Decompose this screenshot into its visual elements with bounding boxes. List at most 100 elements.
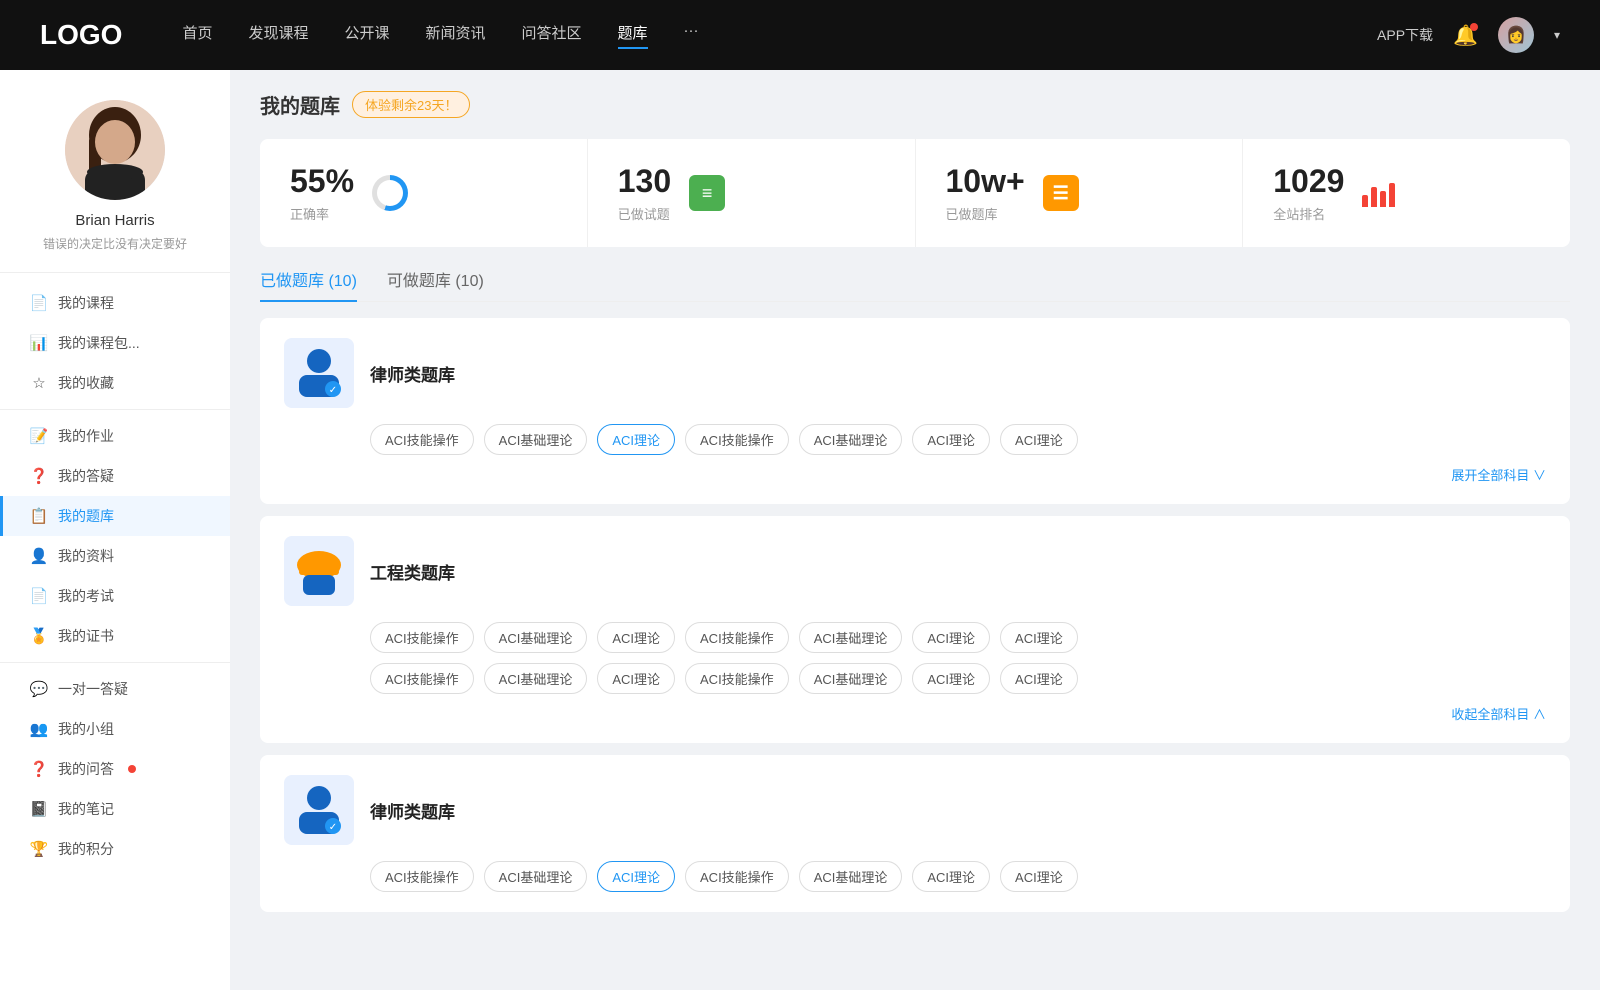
nav-openclass[interactable]: 公开课 [344,22,389,49]
sidebar-item-group[interactable]: 👥 我的小组 [0,709,230,749]
tag-1-1[interactable]: ACI技能操作 [370,424,474,455]
tag-2-1[interactable]: ACI技能操作 [370,622,474,653]
sidebar-label-certificate: 我的证书 [58,626,114,646]
tag-2-8[interactable]: ACI技能操作 [370,663,474,694]
sidebar-label-group: 我的小组 [58,719,114,739]
exam-icon: 📄 [30,587,48,605]
sidebar-item-certificate[interactable]: 🏅 我的证书 [0,616,230,656]
page-layout: Brian Harris 错误的决定比没有决定要好 📄 我的课程 📊 我的课程包… [0,70,1600,990]
app-download-button[interactable]: APP下载 [1377,25,1433,45]
sidebar-label-1on1: 一对一答疑 [58,679,128,699]
page-title-bar: 我的题库 体验剩余23天！ [260,90,1570,119]
tag-2-12[interactable]: ACI基础理论 [799,663,903,694]
lawyer-icon-svg-3: ✓ [289,780,349,840]
tag-1-7[interactable]: ACI理论 [1000,424,1078,455]
tab-done-banks[interactable]: 已做题库 (10) [260,267,357,301]
tag-3-4[interactable]: ACI技能操作 [685,861,789,892]
sidebar-item-profile[interactable]: 👤 我的资料 [0,536,230,576]
tag-3-7[interactable]: ACI理论 [1000,861,1078,892]
tag-2-2[interactable]: ACI基础理论 [484,622,588,653]
sidebar-item-course-package[interactable]: 📊 我的课程包... [0,323,230,363]
qbank-tags-lawyer-1: ACI技能操作 ACI基础理论 ACI理论 ACI技能操作 ACI基础理论 AC… [284,424,1546,455]
sidebar-item-my-qa[interactable]: ❓ 我的问答 [0,749,230,789]
expand-button-1[interactable]: 展开全部科目 ∨ [1451,465,1546,484]
user-menu-chevron[interactable]: ▾ [1554,28,1560,42]
nav-question-bank[interactable]: 题库 [618,22,648,49]
sidebar-item-exam[interactable]: 📄 我的考试 [0,576,230,616]
header-right: APP下载 🔔 👩 ▾ [1377,17,1560,53]
sidebar-label-notes: 我的笔记 [58,799,114,819]
nav-home[interactable]: 首页 [182,22,212,49]
tag-2-11[interactable]: ACI技能操作 [685,663,789,694]
stat-questions-label: 已做试题 [618,204,671,223]
stat-ranking-info: 1029 全站排名 [1273,163,1344,223]
tag-2-6[interactable]: ACI理论 [912,622,990,653]
sidebar-label-course: 我的课程 [58,293,114,313]
sidebar-label-favorites: 我的收藏 [58,373,114,393]
tag-1-2[interactable]: ACI基础理论 [484,424,588,455]
tag-2-4[interactable]: ACI技能操作 [685,622,789,653]
header: LOGO 首页 发现课程 公开课 新闻资讯 问答社区 题库 ··· APP下载 … [0,0,1600,70]
homework-icon: 📝 [30,427,48,445]
tag-2-14[interactable]: ACI理论 [1000,663,1078,694]
qbank-avatar-engineering [284,536,354,606]
stat-ranking-number: 1029 [1273,163,1344,200]
tag-2-5[interactable]: ACI基础理论 [799,622,903,653]
stat-questions-done: 130 已做试题 ≡ [588,139,916,247]
sidebar-item-points[interactable]: 🏆 我的积分 [0,829,230,869]
qbank-card-header-1: ✓ 律师类题库 [284,338,1546,408]
points-icon: 🏆 [30,840,48,858]
sidebar-item-question-bank[interactable]: 📋 我的题库 [0,496,230,536]
stat-ranking-label: 全站排名 [1273,204,1344,223]
tag-3-3[interactable]: ACI理论 [597,861,675,892]
tag-3-5[interactable]: ACI基础理论 [799,861,903,892]
qbank-card-header-3: ✓ 律师类题库 [284,775,1546,845]
tag-1-4[interactable]: ACI技能操作 [685,424,789,455]
sidebar-label-my-qa: 我的问答 [58,759,114,779]
green-book-icon: ≡ [687,173,727,213]
tag-2-13[interactable]: ACI理论 [912,663,990,694]
nav-news[interactable]: 新闻资讯 [426,22,486,49]
tag-2-10[interactable]: ACI理论 [597,663,675,694]
sidebar-item-answer-questions[interactable]: ❓ 我的答疑 [0,456,230,496]
tag-3-1[interactable]: ACI技能操作 [370,861,474,892]
sidebar-label-qbank: 我的题库 [58,506,114,526]
tag-2-7[interactable]: ACI理论 [1000,622,1078,653]
avatar-image: 👩 [1498,17,1534,53]
1on1-icon: 💬 [30,680,48,698]
yellow-book-visual: ☰ [1043,175,1079,211]
nav-qa[interactable]: 问答社区 [522,22,582,49]
tag-1-6[interactable]: ACI理论 [912,424,990,455]
sidebar-item-notes[interactable]: 📓 我的笔记 [0,789,230,829]
stat-banks-info: 10w+ 已做题库 [946,163,1025,223]
user-avatar-header[interactable]: 👩 [1498,17,1534,53]
stat-banks-label: 已做题库 [946,204,1025,223]
tag-3-2[interactable]: ACI基础理论 [484,861,588,892]
sidebar-profile: Brian Harris 错误的决定比没有决定要好 [0,100,230,273]
tab-available-banks[interactable]: 可做题库 (10) [387,267,484,301]
sidebar-item-favorites[interactable]: ☆ 我的收藏 [0,363,230,403]
tag-1-5[interactable]: ACI基础理论 [799,424,903,455]
qbank-footer-2: 收起全部科目 ∧ [284,704,1546,723]
qbank-title-lawyer-1: 律师类题库 [370,361,455,386]
tag-3-6[interactable]: ACI理论 [912,861,990,892]
sidebar-item-homework[interactable]: 📝 我的作业 [0,416,230,456]
bar1 [1362,195,1368,207]
qbank-avatar-lawyer-3: ✓ [284,775,354,845]
user-name: Brian Harris [75,212,154,229]
qbank-card-lawyer-3: ✓ 律师类题库 ACI技能操作 ACI基础理论 ACI理论 ACI技能操作 AC… [260,755,1570,912]
tag-1-3[interactable]: ACI理论 [597,424,675,455]
nav-discover[interactable]: 发现课程 [248,22,308,49]
sidebar-item-course[interactable]: 📄 我的课程 [0,283,230,323]
notes-icon: 📓 [30,800,48,818]
tag-2-3[interactable]: ACI理论 [597,622,675,653]
notification-bell[interactable]: 🔔 [1453,23,1478,48]
profile-icon: 👤 [30,547,48,565]
tag-2-9[interactable]: ACI基础理论 [484,663,588,694]
main-nav: 首页 发现课程 公开课 新闻资讯 问答社区 题库 ··· [182,22,1377,49]
collapse-button-2[interactable]: 收起全部科目 ∧ [1451,704,1546,723]
nav-more[interactable]: ··· [684,22,699,49]
logo[interactable]: LOGO [40,19,122,51]
sidebar-item-1on1[interactable]: 💬 一对一答疑 [0,669,230,709]
svg-text:✓: ✓ [329,822,337,833]
